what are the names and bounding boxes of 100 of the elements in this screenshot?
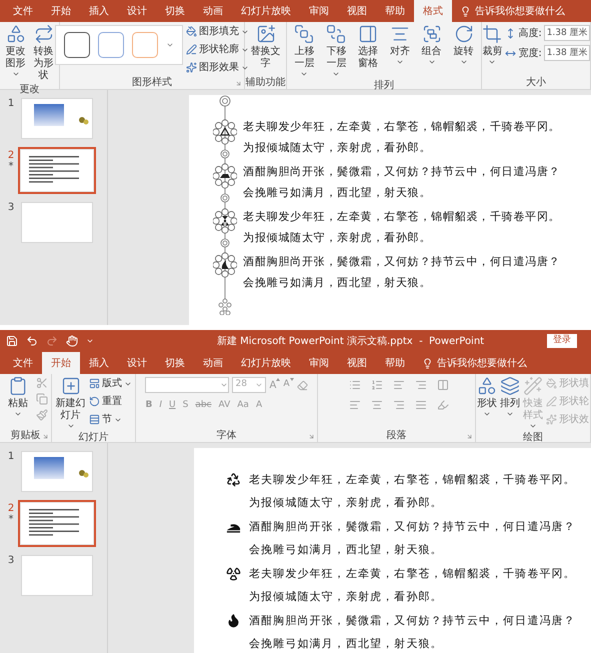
caret-icon [506, 410, 514, 418]
group-label: 字体 [216, 428, 236, 442]
ribbon-button[interactable]: 下移一层 [322, 22, 351, 78]
sign-in-button[interactable]: 登录 [547, 334, 577, 348]
ribbon-tab[interactable]: 帮助 [376, 352, 414, 374]
slide-mark: * [8, 162, 14, 172]
columns-icon[interactable] [436, 379, 448, 391]
ribbon-tab[interactable]: 审阅 [300, 352, 338, 374]
group-label: 排列 [374, 78, 394, 92]
align-left-icon[interactable] [348, 399, 360, 411]
slide-thumbnail[interactable] [21, 150, 93, 191]
ribbon-menu-button[interactable]: 形状轮廓 [186, 42, 249, 57]
ribbon-tab[interactable]: 开始 [42, 0, 80, 22]
dialog-launcher-icon[interactable] [42, 433, 49, 440]
shape-style-swatch[interactable] [98, 32, 124, 58]
align-center-icon[interactable] [370, 399, 382, 411]
size-field[interactable]: 1.38 厘米 [544, 45, 590, 61]
size-field[interactable]: 1.38 厘米 [544, 25, 590, 41]
ribbon-tab[interactable]: 视图 [338, 352, 376, 374]
ribbon-menu-button[interactable]: 版式 [89, 376, 132, 391]
ribbon-button[interactable]: 形状 [477, 374, 497, 430]
ribbon-button[interactable]: 选择窗格 [354, 22, 382, 78]
customize-caret-icon[interactable] [86, 337, 94, 345]
slide-thumbnail[interactable] [21, 202, 93, 243]
shapes-icon [6, 24, 26, 44]
ribbon-menu-button[interactable]: 节 [89, 412, 132, 427]
ribbon-tab[interactable]: 插入 [80, 0, 118, 22]
caret-icon [66, 422, 74, 430]
poem-line: 为报倾城随太守，亲射虎，看孙郎。 [243, 230, 432, 246]
ribbon-button[interactable]: 组合 [417, 22, 446, 78]
ribbon-tab[interactable]: 文件 [4, 352, 42, 374]
font-name-field[interactable] [145, 377, 230, 393]
dialog-launcher-icon[interactable] [466, 433, 473, 440]
align-right-icon[interactable] [392, 399, 404, 411]
ribbon-menu-button[interactable]: 图形填充 [186, 24, 249, 39]
lightbulb-icon [422, 358, 433, 368]
ribbon-tab[interactable]: 设计 [118, 352, 156, 374]
shapes-icon [477, 376, 497, 396]
ribbon-tab[interactable]: 插入 [80, 352, 118, 374]
ribbon-tab[interactable]: 设计 [118, 0, 156, 22]
ribbon-tab[interactable]: 幻灯片放映 [232, 0, 300, 22]
ribbon-tab[interactable]: 动画 [194, 0, 232, 22]
send-back-icon [326, 24, 346, 44]
ribbon-button[interactable]: 更改图形 [3, 22, 28, 82]
outdent-icon[interactable] [414, 379, 426, 391]
save-icon[interactable] [6, 335, 18, 347]
slide-number: 3 [8, 555, 14, 567]
ribbon-button[interactable]: 对齐 [386, 22, 414, 78]
poem-line: 为报倾城随太守，亲射虎，看孙郎。 [249, 495, 444, 511]
ribbon-tab[interactable]: 审阅 [300, 0, 338, 22]
tell-me-field[interactable]: 告诉我你想要做什么 [475, 4, 565, 18]
tell-me-field[interactable]: 告诉我你想要做什么 [437, 356, 527, 370]
ribbon-tab[interactable]: 文件 [4, 0, 42, 22]
dialog-launcher-icon[interactable] [308, 433, 315, 440]
rotate-icon [454, 24, 474, 44]
group-label: 大小 [526, 76, 546, 90]
ribbon-tab[interactable]: 视图 [338, 0, 376, 22]
recycle-icon [226, 472, 241, 487]
slide-number: 1 [8, 98, 14, 110]
ribbon-button[interactable]: 裁剪 [482, 22, 502, 75]
slide-thumbnail[interactable] [21, 98, 93, 139]
shape-style-swatch[interactable] [132, 32, 158, 58]
ribbon-button[interactable]: 粘贴 [3, 374, 33, 428]
highlighter-icon[interactable] [436, 399, 448, 411]
numbered-list-icon[interactable] [370, 379, 382, 391]
poem-line: 老夫聊发少年狂，左牵黄，右擎苍，锦帽貂裘，千骑卷平冈。 [249, 472, 576, 488]
slide-mark: * [8, 515, 14, 525]
poem-line: 酒酣胸胆尚开张，鬓微霜，又何妨？持节云中，何日遣冯唐？ [249, 519, 576, 535]
ribbon-tab[interactable]: 切换 [156, 352, 194, 374]
pen-icon [186, 44, 197, 55]
slide-thumbnail[interactable] [21, 451, 93, 492]
ribbon-tab[interactable]: 格式 [414, 0, 452, 22]
slide-thumbnail[interactable] [21, 503, 93, 544]
ribbon-tab[interactable]: 幻灯片放映 [232, 352, 300, 374]
ribbon-button[interactable]: 旋转 [449, 22, 478, 78]
slide-thumbnail[interactable] [21, 555, 93, 596]
undo-icon[interactable] [26, 335, 38, 347]
dialog-launcher-icon[interactable] [235, 80, 242, 87]
ribbon-menu-button[interactable]: 图形效果 [186, 60, 249, 75]
ribbon-button[interactable]: 上移一层 [290, 22, 319, 78]
poem-line: 老夫聊发少年狂，左牵黄，右擎苍，锦帽貂裘，千骑卷平冈。 [243, 209, 560, 225]
ribbon-tab[interactable]: 开始 [42, 352, 80, 374]
poem-line: 为报倾城随太守，亲射虎，看孙郎。 [243, 140, 432, 156]
indent-icon[interactable] [392, 379, 404, 391]
caret-icon [483, 410, 491, 418]
ribbon-tab[interactable]: 动画 [194, 352, 232, 374]
eraser-icon[interactable] [296, 380, 308, 390]
sparkles-icon [186, 62, 197, 73]
ribbon-tab[interactable]: 帮助 [376, 0, 414, 22]
ribbon-button[interactable]: 排列 [500, 374, 520, 430]
ribbon-menu-button[interactable]: 重置 [89, 394, 132, 409]
ribbon-button[interactable]: 转换为形状 [31, 22, 56, 82]
crop-icon [482, 24, 502, 44]
touch-mode-icon[interactable] [66, 335, 78, 347]
ribbon-tab[interactable]: 切换 [156, 0, 194, 22]
shape-style-swatch[interactable] [64, 32, 90, 58]
justify-icon[interactable] [414, 399, 426, 411]
ribbon-button[interactable]: 替换文字 [250, 22, 282, 75]
group-label: 段落 [386, 428, 406, 442]
ribbon-button[interactable]: 新建幻灯片 [55, 374, 86, 430]
